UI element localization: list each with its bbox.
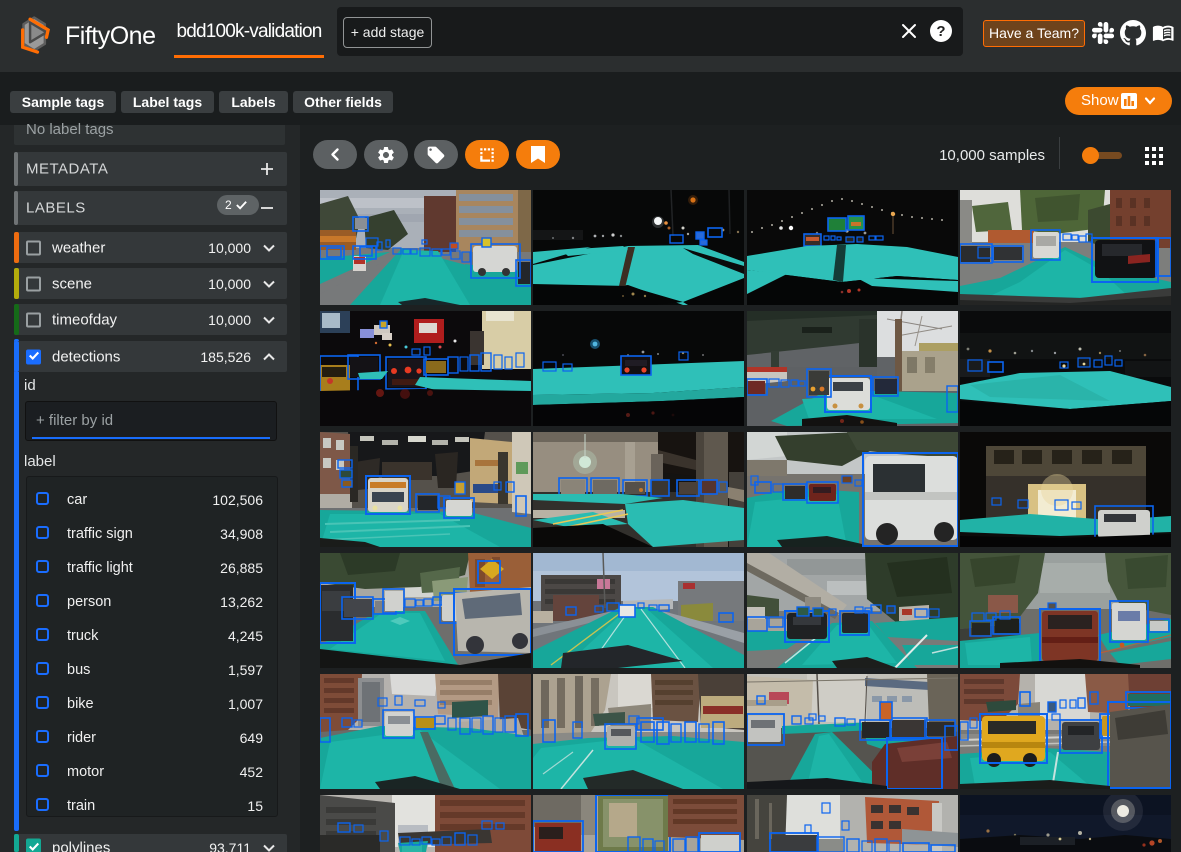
svg-text:?: ?: [936, 23, 945, 40]
